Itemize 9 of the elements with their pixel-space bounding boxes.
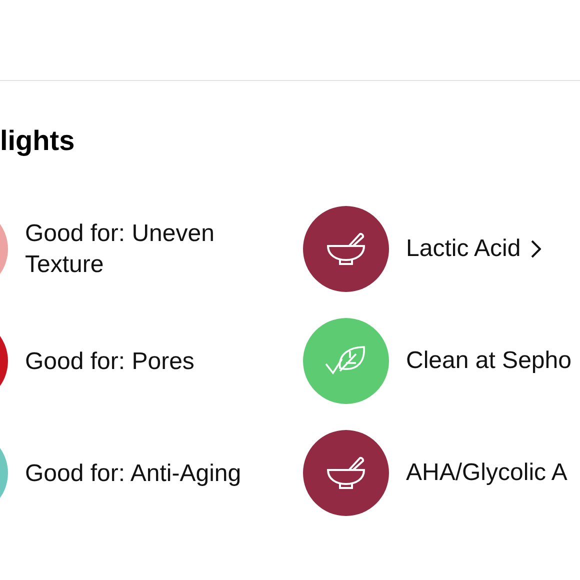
mortar-pestle-icon [325,455,367,491]
highlight-label: Good for: Pores [25,346,196,376]
highlight-label: Good for: Uneven Texture [25,219,216,280]
highlight-label: AHA/Glycolic A [406,458,568,488]
section-title: lights [0,124,76,158]
highlight-label: Clean at Sepho [406,346,572,376]
ingredient-link[interactable]: Lactic Acid [406,233,521,265]
highlight-label: Good for: Anti-Aging [25,458,242,488]
mortar-pestle-icon [325,231,367,267]
